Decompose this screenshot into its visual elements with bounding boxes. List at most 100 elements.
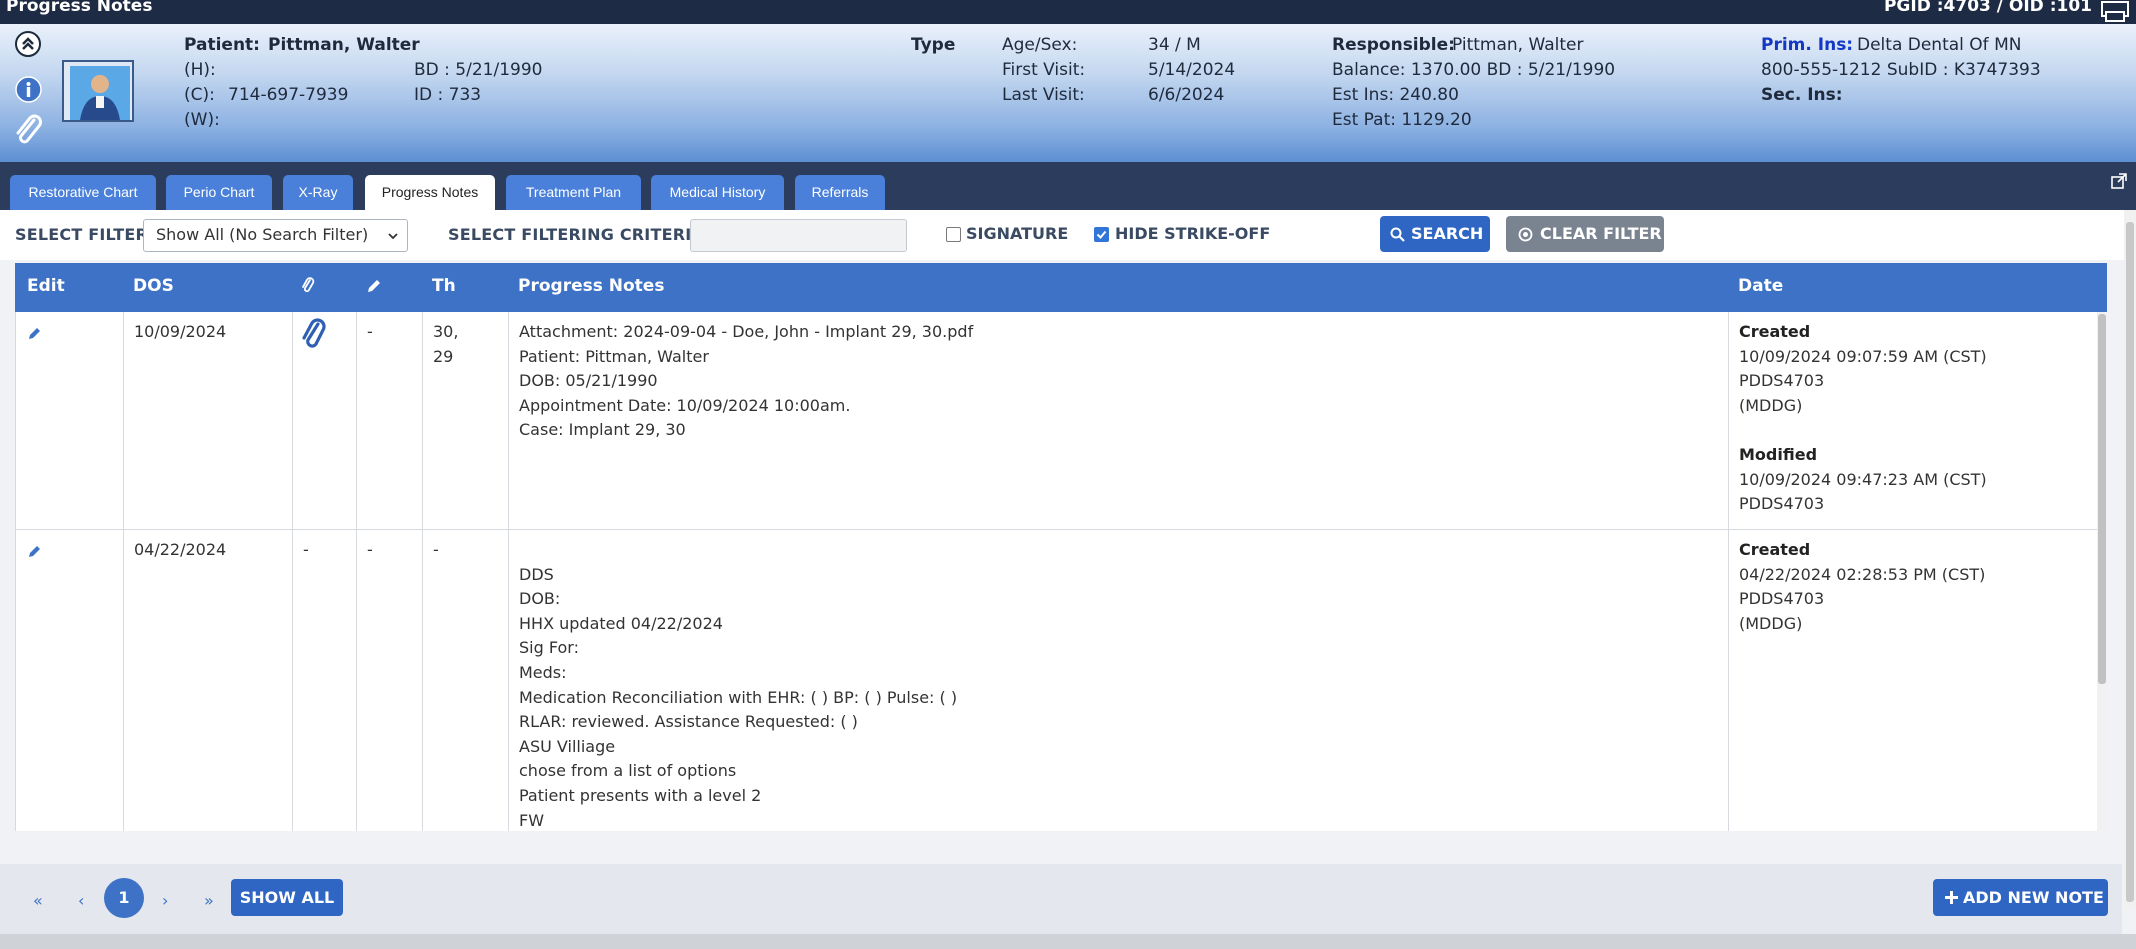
search-button-label: SEARCH [1411, 224, 1484, 243]
show-all-button[interactable]: SHOW ALL [231, 879, 343, 916]
est-pat-line: Est Pat: 1129.20 [1332, 110, 1472, 130]
created-label: Created [1739, 540, 1811, 559]
table-scrollbar[interactable] [2097, 312, 2107, 831]
practice-ids: PGID :4703 / OID :101 [1883, 0, 2092, 16]
note-line: Attachment: 2024-09-04 - Doe, John - Imp… [519, 322, 974, 341]
collapse-up-icon[interactable] [14, 30, 42, 58]
modified-by: PDDS4703 [1739, 494, 1825, 514]
progress-note-cell[interactable]: DDS DOB: HHX updated 04/22/2024 Sig For:… [509, 530, 1729, 831]
signature-value: - [367, 540, 373, 559]
pagination-bar: « ‹ 1 › » SHOW ALL ADD NEW NOTE [0, 864, 2122, 934]
note-line: DOB: [519, 589, 561, 609]
modified-time: 10/09/2024 09:47:23 AM (CST) [1739, 469, 1987, 489]
prev-page-button[interactable]: ‹ [78, 891, 84, 910]
col-date: Date [1738, 276, 1784, 296]
progress-note-cell[interactable]: Attachment: 2024-09-04 - Doe, John - Imp… [509, 312, 1729, 529]
col-progress-notes: Progress Notes [518, 276, 665, 296]
secondary-insurance-label: Sec. Ins: [1761, 85, 1843, 105]
created-by: PDDS4703 [1739, 371, 1825, 391]
tab-referrals[interactable]: Referrals [795, 175, 885, 210]
tooth-value-line1: - [433, 540, 439, 559]
first-visit-label: First Visit: [1002, 60, 1086, 80]
work-phone-label: (W): [184, 110, 220, 130]
filter-select[interactable]: Show All (No Search Filter) [143, 219, 408, 252]
col-signature-pencil-icon [368, 280, 380, 292]
page-scrollbar[interactable] [2124, 210, 2136, 910]
table-row: 04/22/2024 - - - DDS DOB: HHX updated 04… [16, 530, 2098, 831]
cell-phone-label: (C): [184, 85, 215, 105]
filtering-criteria-input[interactable] [690, 219, 907, 252]
tab-perio-chart[interactable]: Perio Chart [166, 175, 272, 210]
note-line: RLAR: reviewed. Assistance Requested: ( … [519, 712, 858, 732]
age-sex-value: 34 / M [1148, 35, 1201, 55]
tooth-cell: - [423, 530, 509, 831]
progress-notes-table: Edit DOS Th Progress Notes Date 10/09/20… [15, 263, 2107, 831]
tab-x-ray[interactable]: X-Ray [283, 175, 353, 210]
page-scrollbar-thumb[interactable] [2126, 222, 2134, 902]
note-line: chose from a list of options [519, 761, 737, 781]
patient-id: ID : 733 [414, 85, 482, 105]
add-new-note-button[interactable]: ADD NEW NOTE [1933, 879, 2108, 916]
table-body: 10/09/2024 - 30, 29 Attachment: 2024-09-… [15, 312, 2107, 831]
last-page-button[interactable]: » [204, 891, 214, 910]
page-footer [0, 934, 2136, 949]
tab-treatment-plan[interactable]: Treatment Plan [506, 175, 641, 210]
edit-cell [16, 530, 124, 831]
first-page-button[interactable]: « [33, 891, 43, 910]
clear-filter-button[interactable]: CLEAR FILTER [1506, 216, 1664, 252]
attachment-cell [293, 312, 357, 529]
external-link-icon[interactable] [2110, 172, 2128, 190]
attachment-value: - [303, 540, 309, 559]
last-visit-value: 6/6/2024 [1148, 85, 1225, 105]
col-edit: Edit [27, 276, 65, 296]
edit-pencil-icon[interactable] [28, 326, 42, 340]
primary-insurance-value: Delta Dental Of MN [1857, 35, 2022, 55]
tab-medical-history[interactable]: Medical History [651, 175, 784, 210]
col-th: Th [432, 276, 456, 296]
table-scrollbar-thumb[interactable] [2098, 314, 2106, 684]
attachment-paperclip-icon[interactable] [300, 318, 328, 354]
current-page-button[interactable]: 1 [104, 878, 144, 918]
add-new-note-label: ADD NEW NOTE [1963, 888, 2104, 907]
check-icon [1096, 230, 1107, 239]
created-by: PDDS4703 [1739, 589, 1825, 609]
chevron-down-icon [388, 233, 398, 240]
created-time: 04/22/2024 02:28:53 PM (CST) [1739, 564, 1986, 584]
note-line: DDS [519, 564, 554, 584]
signature-value: - [367, 322, 373, 341]
cell-phone-value: 714-697-7939 [228, 85, 349, 105]
note-line: Case: Implant 29, 30 [519, 420, 686, 440]
tooth-cell: 30, 29 [423, 312, 509, 529]
tab-progress-notes[interactable]: Progress Notes [365, 175, 495, 210]
date-cell: Created 10/09/2024 09:07:59 AM (CST) PDD… [1729, 312, 2098, 529]
last-visit-label: Last Visit: [1002, 85, 1085, 105]
balance-line: Balance: 1370.00 BD : 5/21/1990 [1332, 60, 1616, 80]
note-line: HHX updated 04/22/2024 [519, 613, 723, 633]
signature-cell: - [357, 312, 423, 529]
paperclip-icon[interactable] [12, 112, 44, 148]
chart-tabs: Restorative Chart Perio Chart X-Ray Prog… [0, 162, 2136, 210]
edit-pencil-icon[interactable] [28, 544, 42, 558]
patient-avatar[interactable] [62, 60, 134, 122]
hide-strike-off-checkbox[interactable] [1094, 227, 1109, 242]
tab-restorative-chart[interactable]: Restorative Chart [10, 175, 156, 210]
home-phone-label: (H): [184, 60, 216, 80]
hide-strike-off-label: HIDE STRIKE-OFF [1115, 224, 1271, 243]
birthdate: BD : 5/21/1990 [414, 60, 543, 80]
window-titlebar: Progress Notes PGID :4703 / OID :101 [0, 0, 2136, 24]
signature-checkbox[interactable] [946, 227, 961, 242]
note-line: Sig For: [519, 638, 579, 658]
filtering-criteria-label: SELECT FILTERING CRITERIA [448, 225, 704, 244]
filter-select-value: Show All (No Search Filter) [156, 225, 369, 244]
dos-cell: 04/22/2024 [124, 530, 293, 831]
search-button[interactable]: SEARCH [1380, 216, 1490, 252]
note-line: Appointment Date: 10/09/2024 10:00am. [519, 395, 851, 415]
attachment-cell: - [293, 530, 357, 831]
info-icon[interactable] [15, 76, 42, 103]
dos-value: 10/09/2024 [134, 322, 227, 341]
next-page-button[interactable]: › [162, 891, 168, 910]
printer-icon[interactable] [2098, 0, 2132, 22]
col-dos: DOS [133, 276, 174, 296]
col-attachment-icon [302, 277, 315, 293]
patient-photo [70, 66, 130, 120]
